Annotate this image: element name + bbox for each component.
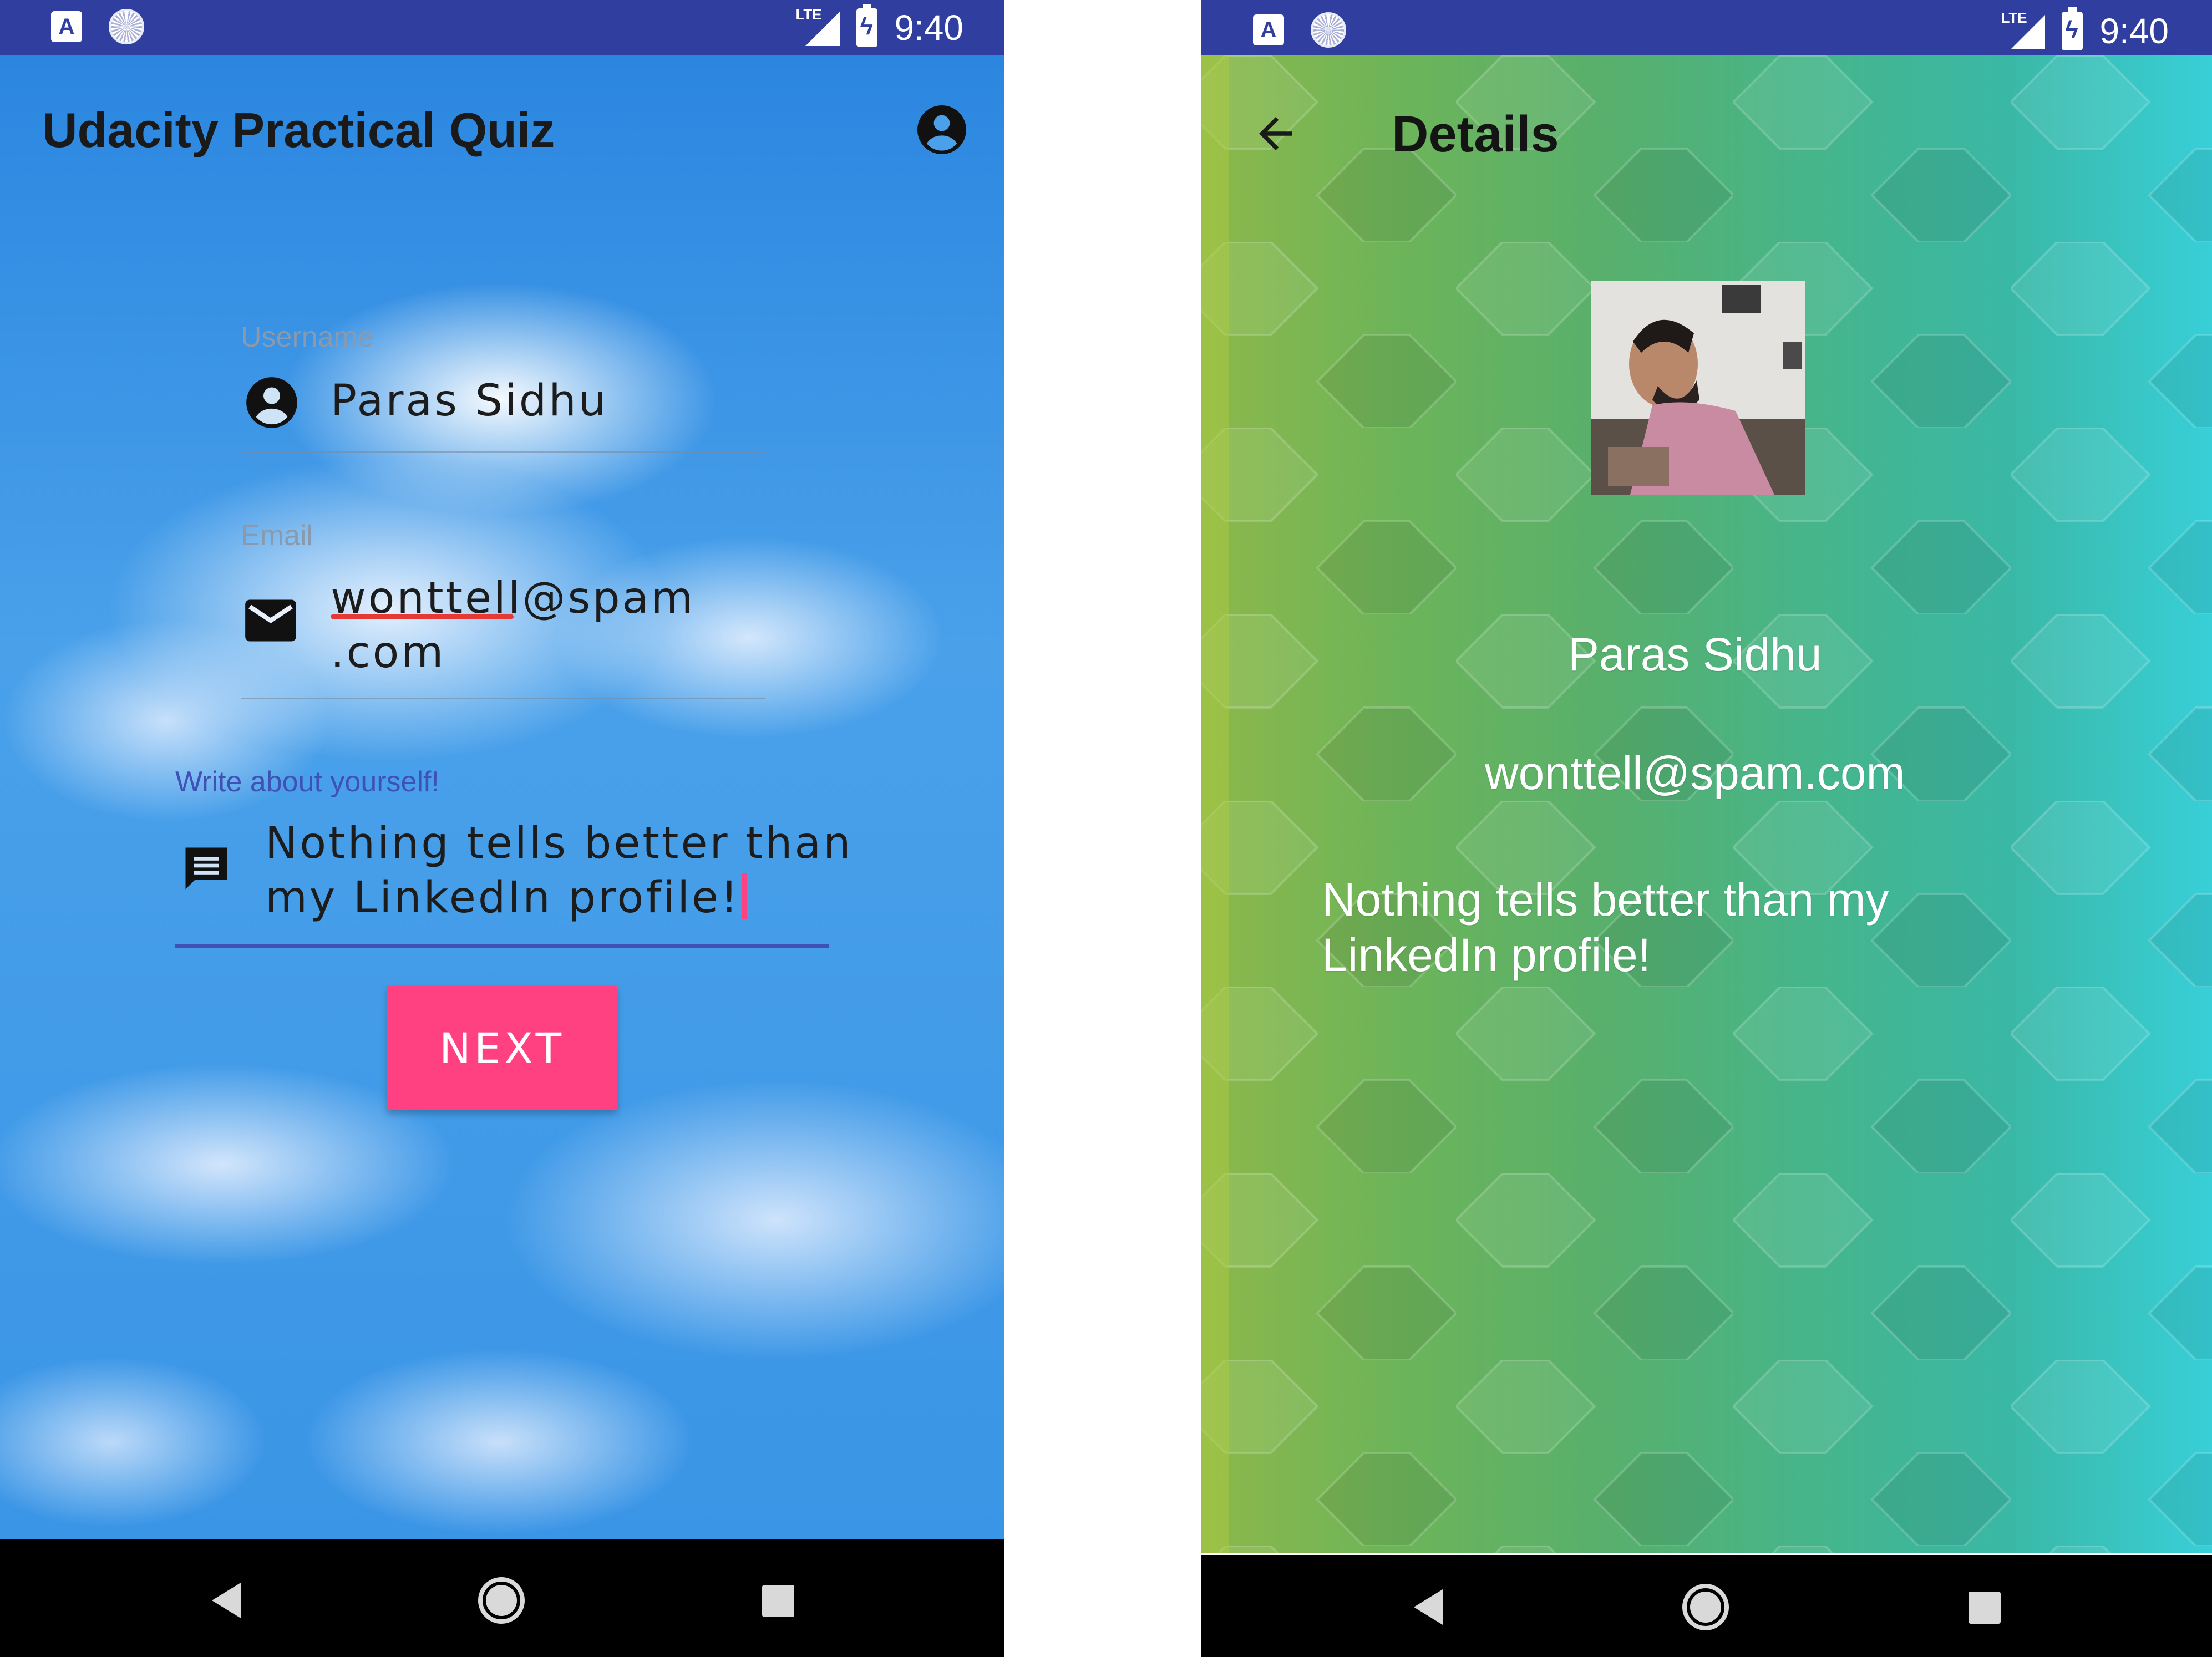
message-icon [185, 847, 227, 890]
back-icon[interactable] [1414, 1589, 1443, 1625]
left-phone-screen: A LTE 9:40 Udacity Practical Quiz Userna… [0, 0, 1004, 1657]
sky-background [0, 55, 1004, 1539]
account-circle-icon[interactable] [915, 103, 968, 156]
about-value-line2: my LinkedIn profile! [265, 871, 747, 925]
username-field[interactable]: Paras Sidhu [331, 374, 608, 428]
app-title: Udacity Practical Quiz [42, 103, 555, 157]
recents-icon[interactable] [762, 1585, 794, 1617]
email-underline [241, 698, 765, 699]
profile-photo [1591, 281, 1805, 495]
about-value-line2-text: my LinkedIn profile! [265, 873, 740, 923]
recents-icon[interactable] [1969, 1592, 2001, 1624]
status-bar: A LTE 9:40 [1201, 0, 2212, 55]
app-a-icon: A [51, 11, 82, 42]
page-title: Details [1392, 106, 1559, 162]
status-bar: A LTE 9:40 [0, 0, 1004, 55]
battery-charging-icon [2062, 7, 2083, 50]
home-icon[interactable] [478, 1577, 525, 1624]
navigation-bar [0, 1539, 1004, 1657]
clock: 9:40 [2099, 11, 2169, 51]
sync-icon [1311, 12, 1346, 48]
signal-icon: LTE [795, 6, 840, 47]
about-underline-focused [175, 944, 829, 948]
mail-icon [245, 599, 296, 642]
home-icon[interactable] [1682, 1584, 1729, 1630]
clock: 9:40 [894, 8, 963, 48]
navigation-bar [1201, 1555, 2212, 1657]
detail-about-line2: LinkedIn profile! [1322, 929, 1651, 981]
next-button[interactable]: NEXT [387, 986, 617, 1110]
email-value-line2: .com [331, 628, 446, 678]
hexagon-pattern [1201, 55, 2212, 1553]
right-phone-screen: A LTE 9:40 Details Paras Sidhu wonttell@… [1201, 0, 2212, 1657]
sync-icon [109, 9, 144, 44]
text-cursor [742, 873, 747, 919]
spellcheck-underline [331, 614, 514, 619]
username-underline [241, 451, 765, 453]
hexagon-background [1201, 55, 2212, 1553]
app-a-icon: A [1253, 14, 1284, 45]
account-circle-icon [246, 377, 297, 428]
back-icon[interactable] [212, 1583, 241, 1618]
about-value-line1: Nothing tells better than [265, 819, 853, 868]
about-label: Write about yourself! [175, 766, 439, 798]
detail-email: wonttell@spam.com [1485, 747, 1905, 799]
detail-name: Paras Sidhu [1568, 628, 1822, 680]
signal-icon: LTE [2001, 9, 2046, 50]
battery-charging-icon [856, 4, 878, 47]
username-label: Username [241, 321, 374, 353]
detail-about-line1: Nothing tells better than my [1322, 873, 1889, 926]
arrow-back-icon[interactable] [1251, 109, 1301, 159]
email-label: Email [241, 520, 313, 552]
